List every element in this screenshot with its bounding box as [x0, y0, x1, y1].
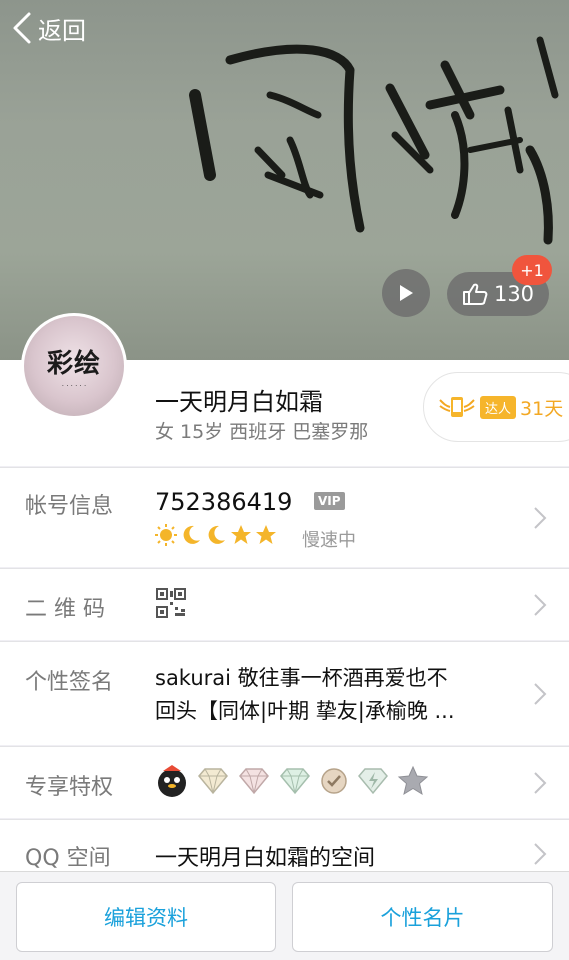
qq-number: 752386419: [155, 488, 293, 516]
account-info-label: 帐号信息: [25, 494, 114, 519]
speed-status: 慢速中: [302, 530, 356, 551]
like-increment-badge: +1: [512, 255, 552, 285]
chevron-right-icon: [534, 772, 547, 794]
signature-text: sakurai 敬往事一杯酒再爱也不 回头【同体|叶期 挚友|承榆晚 ...: [155, 662, 535, 728]
row-qzone[interactable]: QQ 空间 一天明月白如霜的空间: [0, 819, 569, 879]
winged-phone-icon: [439, 397, 475, 417]
star-icon: [256, 525, 276, 544]
daren-badge-button[interactable]: 达人 31天: [423, 372, 569, 442]
diamond-icon: [239, 768, 269, 795]
star-icon: [397, 765, 429, 796]
thumbs-up-icon: [462, 283, 488, 305]
privileges-label: 专享特权: [25, 775, 114, 800]
play-button[interactable]: [382, 269, 430, 317]
moon-icon: [208, 525, 225, 544]
chevron-right-icon: [534, 594, 547, 616]
bottom-action-bar: 编辑资料 个性名片: [0, 871, 569, 960]
qzone-name: 一天明月白如霜的空间: [155, 846, 376, 871]
play-icon: [400, 285, 413, 301]
chevron-right-icon: [534, 843, 547, 865]
privilege-icons: [155, 763, 429, 799]
edit-profile-button[interactable]: 编辑资料: [16, 882, 276, 952]
avatar[interactable]: 彩绘 · · · · · ·: [21, 313, 127, 419]
qzone-label: QQ 空间: [25, 846, 111, 871]
signature-line-1: sakurai 敬往事一杯酒再爱也不: [155, 666, 448, 690]
row-qr-code[interactable]: 二 维 码: [0, 568, 569, 640]
row-account-info[interactable]: 帐号信息 752386419 VIP 慢速中: [0, 467, 569, 567]
qr-code-icon: [156, 588, 186, 618]
row-signature[interactable]: 个性签名 sakurai 敬往事一杯酒再爱也不 回头【同体|叶期 挚友|承榆晚 …: [0, 641, 569, 745]
signature-line-2: 回头【同体|叶期 挚友|承榆晚 ...: [155, 699, 455, 723]
sun-icon: [155, 524, 177, 546]
diamond-icon: [280, 768, 310, 795]
badge-check-icon: [321, 768, 347, 794]
lightning-diamond-icon: [358, 768, 388, 795]
chevron-right-icon: [534, 507, 547, 529]
daren-label: 达人: [480, 395, 517, 419]
signature-label: 个性签名: [25, 670, 114, 695]
like-count: 130: [493, 282, 535, 306]
avatar-logo-text: 彩绘: [46, 348, 101, 379]
chevron-right-icon: [534, 683, 547, 705]
daren-days: 31天: [520, 397, 564, 420]
vip-tag: VIP: [314, 492, 345, 510]
star-icon: [231, 525, 251, 544]
cover-photo[interactable]: 返回 130: [0, 0, 569, 360]
penguin-icon: [158, 765, 186, 797]
qr-code-label: 二 维 码: [25, 597, 105, 622]
diamond-icon: [198, 768, 228, 795]
nickname: 一天明月白如霜: [155, 388, 323, 416]
avatar-decoration: · · · · · ·: [61, 381, 87, 390]
back-button[interactable]: 返回: [10, 8, 86, 48]
personal-card-button[interactable]: 个性名片: [292, 882, 553, 952]
profile-meta: 女 15岁 西班牙 巴塞罗那: [155, 421, 369, 443]
moon-icon: [183, 525, 200, 544]
level-icons: [155, 524, 277, 546]
row-privileges[interactable]: 专享特权: [0, 746, 569, 818]
back-label: 返回: [38, 16, 86, 45]
back-chevron-icon: [13, 12, 31, 44]
